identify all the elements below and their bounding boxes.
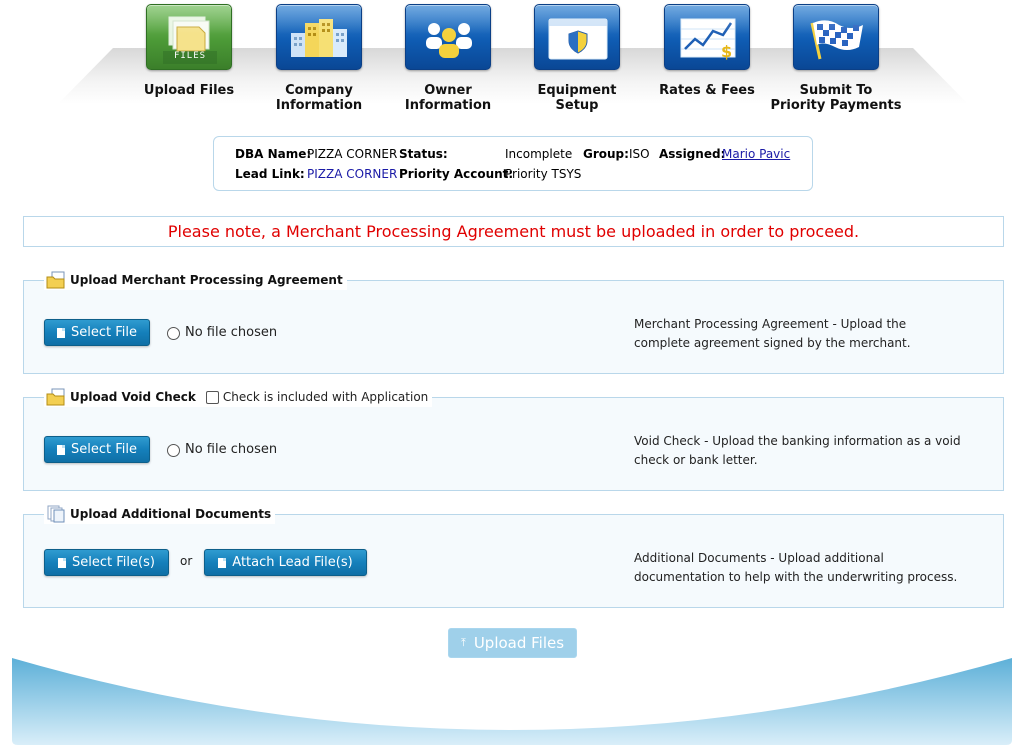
select-files-button[interactable]: Select File(s)	[44, 549, 169, 576]
upload-arrow-icon: ⤒	[460, 636, 466, 649]
checkered-flag-icon	[793, 4, 879, 70]
svg-text:$: $	[721, 42, 732, 61]
files-badge: FILES	[173, 51, 207, 61]
void-check-section-legend: Upload Void Check Check is included with…	[44, 387, 433, 407]
file-icon	[58, 557, 67, 568]
mpa-file-status: No file chosen	[185, 325, 278, 340]
step-submit[interactable]: Submit To Priority Payments	[761, 4, 911, 113]
file-icon	[57, 444, 65, 455]
void-check-upload-section: Upload Void Check Check is included with…	[23, 387, 1004, 491]
assigned-label: Assigned:	[659, 147, 726, 161]
buildings-icon	[276, 4, 362, 70]
step-rates-fees[interactable]: $ Rates & Fees	[632, 4, 782, 98]
group-value: ISO	[629, 147, 650, 161]
assigned-user-link[interactable]: Mario Pavic	[722, 147, 790, 161]
step-label: Rates & Fees	[659, 83, 755, 98]
mpa-description: Merchant Processing Agreement - Upload t…	[634, 317, 911, 350]
group-label: Group:	[583, 147, 629, 161]
step-label: Upload Files	[143, 83, 235, 98]
files-folder-icon: FILES	[146, 4, 232, 70]
mpa-upload-section: Upload Merchant Processing Agreement Sel…	[23, 270, 1004, 374]
step-label: Submit To Priority Payments	[770, 83, 902, 113]
step-label: Company Information	[275, 83, 363, 113]
footer-wave	[12, 658, 1012, 745]
merchant-info-box: DBA Name: PIZZA CORNER Status: Incomplet…	[213, 136, 813, 191]
priority-account-label: Priority Account:	[399, 167, 514, 181]
status-label: Status:	[399, 147, 448, 161]
void-check-file-radio[interactable]	[167, 444, 180, 457]
attach-lead-files-button[interactable]: Attach Lead File(s)	[204, 549, 367, 576]
check-included-option[interactable]: Check is included with Application	[205, 390, 429, 404]
upload-files-label: Upload Files	[473, 634, 565, 652]
step-upload-files[interactable]: FILES Upload Files	[114, 4, 264, 98]
step-label: Equipment Setup	[537, 83, 617, 113]
dba-name-label: DBA Name:	[235, 147, 312, 161]
additional-documents-section: Upload Additional Documents Select File(…	[23, 504, 1004, 608]
additional-documents-title: Upload Additional Documents	[70, 507, 272, 521]
void-check-description: Void Check - Upload the banking informat…	[634, 434, 961, 467]
priority-account-value: Priority TSYS	[505, 167, 582, 181]
button-label: Select File	[71, 325, 137, 340]
or-separator: or	[180, 554, 193, 568]
additional-documents-legend: Upload Additional Documents	[44, 504, 276, 524]
void-check-section-title: Upload Void Check	[70, 390, 196, 404]
secure-window-icon	[534, 4, 620, 70]
mpa-required-notice: Please note, a Merchant Processing Agree…	[23, 216, 1004, 247]
upload-folder-icon	[46, 271, 66, 289]
rate-chart-icon: $	[664, 4, 750, 70]
file-icon	[57, 327, 65, 338]
mpa-select-file-button[interactable]: Select File	[44, 319, 150, 346]
dba-name-value: PIZZA CORNER	[307, 147, 398, 161]
additional-documents-description: Additional Documents - Upload additional…	[634, 551, 958, 584]
mpa-section-title: Upload Merchant Processing Agreement	[70, 273, 343, 287]
check-included-checkbox[interactable]	[205, 390, 219, 404]
void-check-select-file-button[interactable]: Select File	[44, 436, 150, 463]
step-owner-information[interactable]: Owner Information	[373, 4, 523, 113]
button-label: Select File(s)	[72, 555, 155, 570]
people-icon	[405, 4, 491, 70]
check-included-label: Check is included with Application	[222, 390, 429, 404]
step-wizard: FILES Upload Files Company Information O…	[0, 4, 1018, 116]
documents-stack-icon	[46, 505, 66, 523]
button-label: Select File	[71, 442, 137, 457]
mpa-section-legend: Upload Merchant Processing Agreement	[44, 270, 347, 290]
step-label: Owner Information	[404, 83, 492, 113]
lead-link[interactable]: PIZZA CORNER	[307, 167, 397, 181]
lead-link-label: Lead Link:	[235, 167, 305, 181]
step-company-information[interactable]: Company Information	[244, 4, 394, 113]
mpa-file-radio[interactable]	[167, 327, 180, 340]
file-icon	[218, 557, 227, 568]
step-equipment-setup[interactable]: Equipment Setup	[502, 4, 652, 113]
void-check-file-status: No file chosen	[185, 442, 278, 457]
status-value: Incomplete	[505, 147, 573, 161]
upload-folder-icon	[46, 388, 66, 406]
button-label: Attach Lead File(s)	[232, 555, 353, 570]
